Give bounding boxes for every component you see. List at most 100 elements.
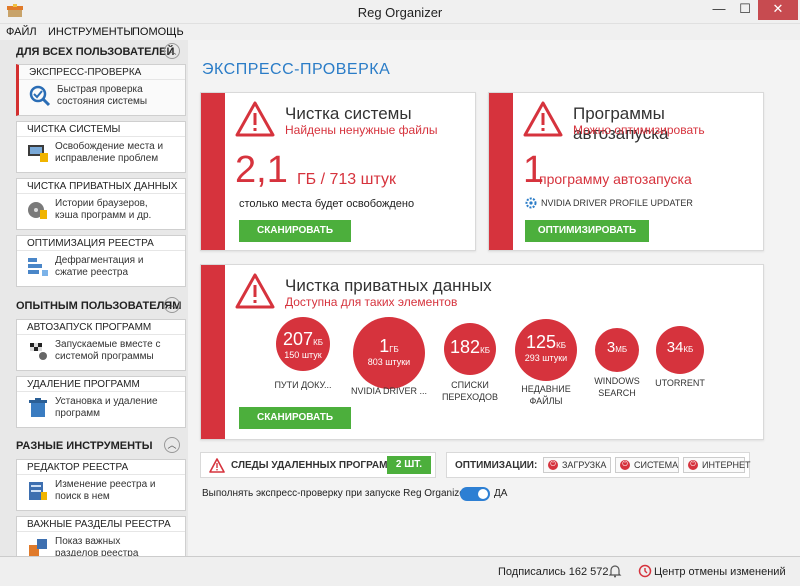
autorun-app-name: NVIDIA DRIVER PROFILE UPDATER <box>541 198 693 208</box>
private-item-circle[interactable]: 207КБ 150 штук <box>276 317 330 371</box>
window-title: Reg Organizer <box>357 5 443 20</box>
optimize-autorun-button[interactable]: ОПТИМИЗИРОВАТЬ <box>525 220 649 242</box>
traces-count-badge[interactable]: 2 ШТ. <box>387 456 431 474</box>
item-unit: КБ <box>683 345 694 354</box>
chevron-up-icon[interactable]: ︿ <box>164 43 180 59</box>
broom-computer-icon <box>28 145 48 162</box>
sidebar-item-private-cleanup[interactable]: ЧИСТКА ПРИВАТНЫХ ДАННЫХ Истории браузеро… <box>16 178 186 230</box>
cleanup-size-unit: ГБ / 713 штук <box>297 171 396 188</box>
group-label: РАЗНЫЕ ИНСТРУМЕНТЫ <box>16 440 153 452</box>
disk-broom-icon <box>28 202 47 219</box>
item-value: 1 <box>379 336 390 356</box>
undo-center-link[interactable]: Центр отмены изменений <box>654 566 786 578</box>
panel-subtitle: Доступна для таких элементов <box>285 295 458 309</box>
optimizations-strip: ОПТИМИЗАЦИИ: ⏻ ЗАГРУЗКА ⏻ СИСТЕМА ⏻ ИНТЕРНЕ… <box>446 452 750 478</box>
group-all-users[interactable]: ДЛЯ ВСЕХ ПОЛЬЗОВАТЕЛЕЙ ︿ <box>8 42 186 62</box>
trash-icon <box>29 398 47 417</box>
power-icon: ⏻ <box>620 460 630 470</box>
page-title: ЭКСПРЕСС-ПРОВЕРКА <box>202 61 391 78</box>
panel-title: Чистка системы <box>285 104 412 123</box>
toggle-knob <box>478 489 488 499</box>
cleanup-size-value: 2,1 <box>235 149 288 191</box>
race-flag-icon <box>30 343 47 360</box>
item-value: 182 <box>450 337 481 357</box>
undo-icon <box>638 564 652 578</box>
optimize-internet-button[interactable]: ⏻ ИНТЕРНЕТ <box>683 457 750 473</box>
group-label: ОПЫТНЫМ ПОЛЬЗОВАТЕЛЯМ <box>16 300 182 312</box>
item-value: 207 <box>283 329 314 349</box>
chevron-up-icon[interactable]: ︿ <box>164 297 180 313</box>
autorun-count-unit: программу автозапуска <box>539 171 692 187</box>
warning-icon <box>235 273 275 309</box>
sidebar-item-registry-optimization[interactable]: ОПТИМИЗАЦИЯ РЕЕСТРА Дефрагментация и сжат… <box>16 235 186 287</box>
item-value: 34 <box>666 339 684 356</box>
title-bar: Reg Organizer — ☐ ✕ <box>0 0 800 24</box>
bell-icon[interactable] <box>608 564 622 578</box>
sidebar-item-express-check[interactable]: ЭКСПРЕСС-ПРОВЕРКА Быстрая проверка состоя… <box>16 64 186 116</box>
optimizations-label: ОПТИМИЗАЦИИ: <box>455 460 538 471</box>
private-item-circle[interactable]: 1ГБ 803 штуки <box>353 317 425 389</box>
registry-editor-icon <box>29 482 47 500</box>
optimize-boot-button[interactable]: ⏻ ЗАГРУЗКА <box>543 457 611 473</box>
registry-keys-icon <box>29 539 47 556</box>
sidebar-item-desc: Освобождение места и исправление проблем <box>55 141 164 164</box>
private-item-circle[interactable]: 34КБ <box>656 326 704 374</box>
private-item-circle[interactable]: 125КБ 293 штуки <box>515 319 577 381</box>
item-unit: КБ <box>480 346 490 355</box>
sidebar-item-desc: Быстрая проверка состояния системы <box>57 84 148 107</box>
sidebar-item-autorun[interactable]: АВТОЗАПУСК ПРОГРАММ Запускаемые вместе с… <box>16 319 186 371</box>
autorun-panel: Программы автозапуска Можно оптимизирова… <box>488 92 764 251</box>
panel-title: Чистка приватных данных <box>285 276 492 295</box>
private-item-label: UTORRENT <box>655 378 705 388</box>
optimize-system-button[interactable]: ⏻ СИСТЕМА <box>615 457 679 473</box>
item-unit: КБ <box>556 341 566 350</box>
sidebar-item-system-cleanup[interactable]: ЧИСТКА СИСТЕМЫ Освобождение места и испра… <box>16 121 186 173</box>
group-label: ДЛЯ ВСЕХ ПОЛЬЗОВАТЕЛЕЙ <box>16 46 175 58</box>
minimize-button[interactable]: — <box>706 0 732 20</box>
sidebar-item-title: ОПТИМИЗАЦИЯ РЕЕСТРА <box>17 236 185 251</box>
sidebar-item-desc: Изменение реестра и поиск в нем <box>55 479 156 502</box>
maximize-button[interactable]: ☐ <box>732 0 758 20</box>
menu-help[interactable]: ПОМОЩЬ <box>132 26 184 38</box>
sidebar-item-title: АВТОЗАПУСК ПРОГРАММ <box>17 320 185 335</box>
panel-accent-bar <box>201 93 225 250</box>
menu-tools[interactable]: ИНСТРУМЕНТЫ <box>48 26 133 38</box>
sidebar-item-desc: Запускаемые вместе с системой программы <box>55 339 161 362</box>
sidebar-item-title: УДАЛЕНИЕ ПРОГРАММ <box>17 377 185 392</box>
sidebar-item-uninstall[interactable]: УДАЛЕНИЕ ПРОГРАММ Установка и удаление пр… <box>16 376 186 428</box>
sidebar-item-desc: Показ важных разделов реестра <box>55 536 139 556</box>
group-advanced-users[interactable]: ОПЫТНЫМ ПОЛЬЗОВАТЕЛЯМ ︿ <box>8 296 186 316</box>
startup-check-toggle[interactable] <box>460 487 490 501</box>
system-cleanup-panel: Чистка системы Найдены ненужные файлы 2,… <box>200 92 476 251</box>
menu-file[interactable]: ФАЙЛ <box>6 26 37 38</box>
sidebar-item-desc: Установка и удаление программ <box>55 396 158 419</box>
subscribers-count[interactable]: Подписались 162 572 <box>498 566 609 578</box>
panel-subtitle: Можно оптимизировать <box>573 123 705 137</box>
item-count: 293 штуки <box>524 353 568 363</box>
sidebar: ДЛЯ ВСЕХ ПОЛЬЗОВАТЕЛЕЙ ︿ ЭКСПРЕСС-ПРОВЕР… <box>8 40 186 556</box>
chevron-up-icon[interactable]: ︿ <box>164 437 180 453</box>
item-count: 803 штуки <box>367 357 411 367</box>
status-bar: Подписались 162 572 Центр отмены изменен… <box>0 556 800 586</box>
private-item-circle[interactable]: 182КБ <box>444 323 496 375</box>
group-misc-tools[interactable]: РАЗНЫЕ ИНСТРУМЕНТЫ ︿ <box>8 436 186 456</box>
private-item-label: НЕДАВНИЕ ФАЙЛЫ <box>521 384 571 406</box>
item-unit: МБ <box>615 345 628 354</box>
private-item-label: NVIDIA DRIVER ... <box>350 386 428 396</box>
private-item-label: СПИСКИ ПЕРЕХОДОВ <box>441 380 499 402</box>
sidebar-item-important-keys[interactable]: ВАЖНЫЕ РАЗДЕЛЫ РЕЕСТРА Показ важных разде… <box>16 516 186 556</box>
sidebar-item-registry-editor[interactable]: РЕДАКТОР РЕЕСТРА Изменение реестра и поис… <box>16 459 186 511</box>
sidebar-item-desc: Истории браузеров, кэша программ и др. <box>55 198 152 221</box>
menu-bar: ФАЙЛ ИНСТРУМЕНТЫ ПОМОЩЬ <box>0 24 800 40</box>
power-icon: ⏻ <box>548 460 558 470</box>
private-item-label: ПУТИ ДОКУ... <box>274 380 332 390</box>
power-icon: ⏻ <box>688 460 698 470</box>
private-item-circle[interactable]: 3МБ <box>595 328 639 372</box>
item-count: 150 штук <box>284 350 322 360</box>
scan-private-button[interactable]: СКАНИРОВАТЬ <box>239 407 351 429</box>
scan-system-button[interactable]: СКАНИРОВАТЬ <box>239 220 351 242</box>
close-button[interactable]: ✕ <box>758 0 798 20</box>
warning-icon <box>235 101 275 137</box>
item-unit: ГБ <box>389 345 399 354</box>
private-data-panel: Чистка приватных данных Доступна для так… <box>200 264 764 440</box>
